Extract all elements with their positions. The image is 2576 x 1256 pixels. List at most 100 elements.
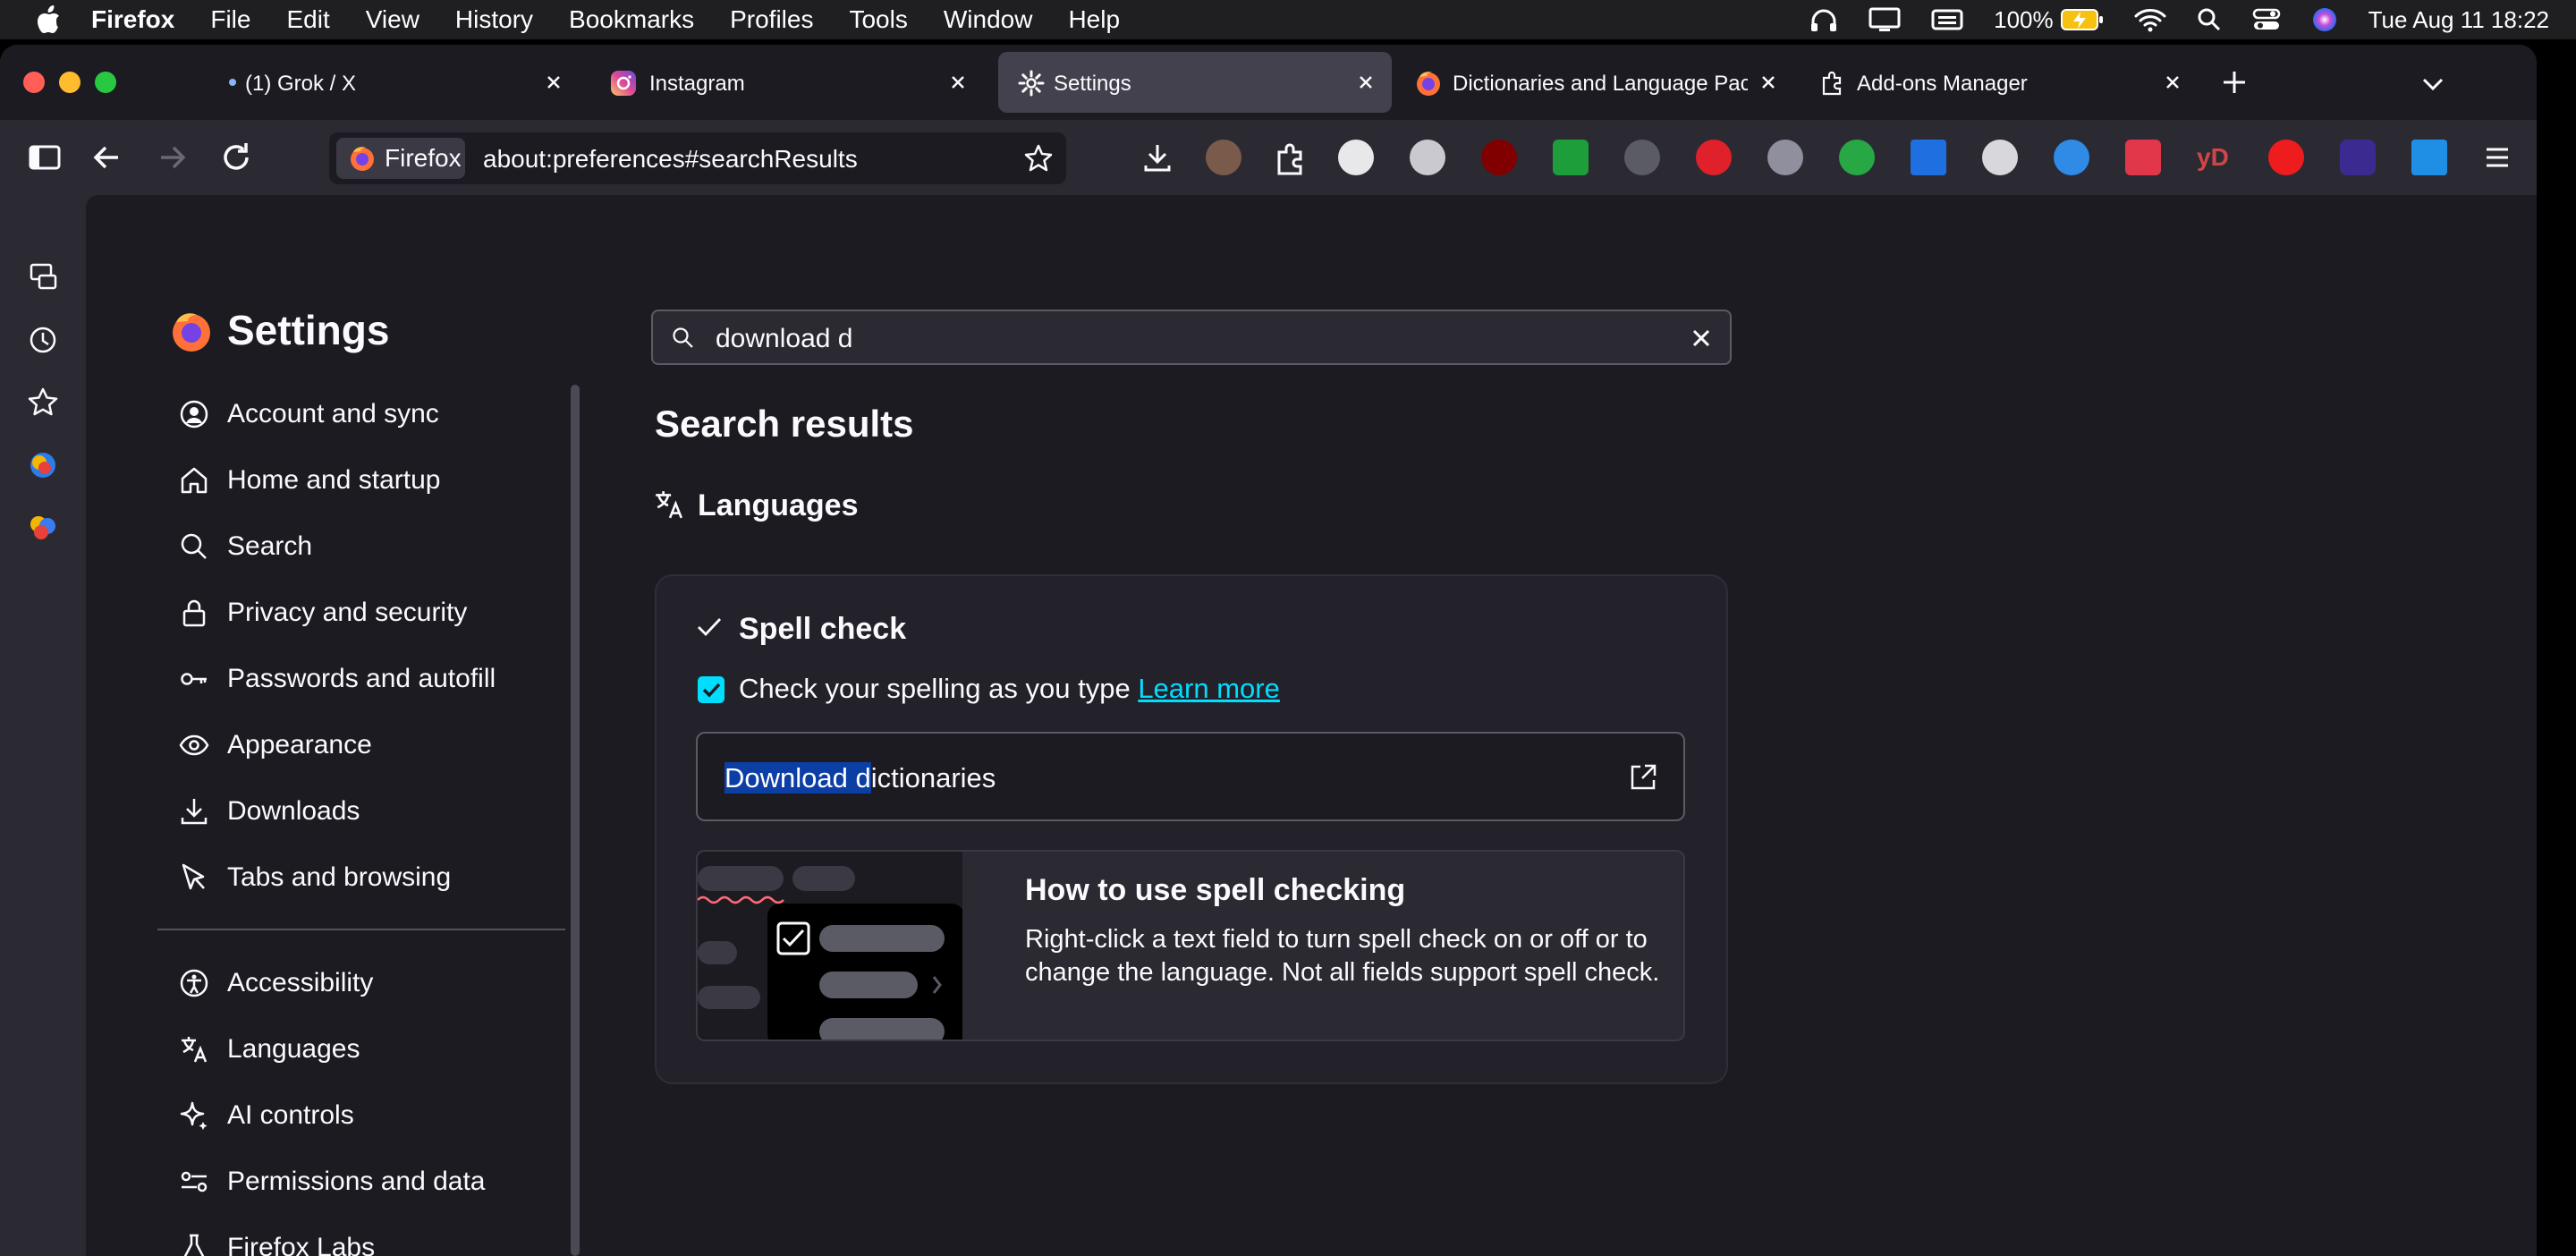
ext-globe-icon[interactable] [1767, 140, 1803, 175]
menu-window[interactable]: Window [944, 5, 1033, 34]
close-icon[interactable] [1755, 69, 1782, 96]
checkmark-icon [696, 614, 723, 641]
tab-instagram[interactable]: Instagram [590, 52, 984, 113]
settings-search-input[interactable]: download d [651, 310, 1732, 365]
search-match-highlight: Download d [724, 762, 871, 793]
nav-bar: Firefox about:preferences#searchResults … [0, 120, 2537, 195]
menu-tools[interactable]: Tools [849, 5, 907, 34]
firefox-icon [1415, 70, 1442, 97]
forward-arrow-icon[interactable] [150, 136, 193, 179]
permissions-icon [179, 1167, 209, 1197]
category-label: AI controls [227, 1100, 354, 1130]
menu-profiles[interactable]: Profiles [730, 5, 813, 34]
ext-blue-download-icon[interactable] [2054, 140, 2089, 175]
puzzle-icon [1819, 70, 1846, 97]
category-label: Tabs and browsing [227, 862, 452, 892]
extensions-puzzle-icon[interactable] [1268, 136, 1311, 179]
identity-box[interactable]: Firefox [336, 138, 465, 179]
ext-stop-hand-icon[interactable] [1696, 140, 1732, 175]
ext-youtube-icon[interactable] [2268, 140, 2304, 175]
tab-settings[interactable]: Settings [998, 52, 1392, 113]
control-center-icon[interactable] [2252, 7, 2281, 32]
ext-grammar-icon[interactable] [1338, 140, 1374, 175]
accessibility-icon [179, 968, 209, 998]
ext-yd-icon[interactable]: yD [2197, 140, 2233, 175]
tab-label: Add-ons Manager [1857, 72, 2028, 96]
bookmarks-star-icon[interactable] [27, 386, 59, 419]
checkbox-label-text: Check your spelling as you type [739, 673, 1131, 704]
keyboard-icon[interactable] [1931, 7, 1963, 32]
ext-shield-icon[interactable] [1839, 140, 1875, 175]
category-label: Privacy and security [227, 598, 468, 627]
url-text[interactable]: about:preferences#searchResults [483, 145, 858, 174]
new-tab-button[interactable] [2220, 68, 2249, 97]
hamburger-menu-icon[interactable] [2476, 136, 2519, 179]
menu-view[interactable]: View [366, 5, 419, 34]
ext-red-download-icon[interactable] [2125, 140, 2161, 175]
home-icon [179, 465, 209, 496]
window-zoom-button[interactable] [95, 72, 116, 93]
close-icon[interactable] [2159, 69, 2186, 96]
search-icon [179, 531, 209, 562]
ext-glasses-icon[interactable] [1624, 140, 1660, 175]
window-close-button[interactable] [23, 72, 45, 93]
synced-tabs-icon[interactable] [27, 261, 59, 293]
learn-more-link[interactable]: Learn more [1138, 673, 1280, 704]
url-bar[interactable]: Firefox about:preferences#searchResults [329, 132, 1066, 184]
headphones-icon[interactable] [1809, 7, 1838, 32]
ext-person-icon[interactable] [2411, 140, 2447, 175]
close-icon[interactable] [1352, 69, 1379, 96]
profile-avatar-icon[interactable] [1206, 140, 1241, 175]
apple-icon[interactable] [36, 5, 61, 34]
ext-cloud-icon[interactable] [1982, 140, 2018, 175]
history-clock-icon[interactable] [27, 324, 59, 356]
close-icon[interactable] [945, 69, 971, 96]
reload-icon[interactable] [215, 136, 258, 179]
bookmark-star-icon[interactable] [1023, 143, 1054, 174]
menu-history[interactable]: History [455, 5, 533, 34]
search-input-value[interactable]: download d [716, 324, 852, 354]
wifi-icon[interactable] [2134, 7, 2166, 32]
menu-file[interactable]: File [210, 5, 250, 34]
ext-download-blue-icon[interactable] [1911, 140, 1946, 175]
category-label: Accessibility [227, 968, 374, 997]
siri-icon[interactable] [2311, 6, 2338, 33]
back-arrow-icon[interactable] [86, 136, 129, 179]
ext-chatgpt-icon[interactable] [1410, 140, 1445, 175]
translate-icon [179, 1034, 209, 1065]
menubar-clock[interactable]: Tue Aug 11 18:22 [2368, 6, 2549, 34]
tab-label: Dictionaries and Language Packs [1453, 72, 1748, 96]
ext-green-icon[interactable] [1553, 140, 1589, 175]
window-minimize-button[interactable] [59, 72, 80, 93]
menu-help[interactable]: Help [1068, 5, 1120, 34]
list-all-tabs-chevron-icon[interactable] [2419, 70, 2447, 98]
multi-color-icon[interactable] [27, 512, 59, 544]
ai-chatbot-icon[interactable] [27, 449, 59, 481]
spell-check-illustration [698, 852, 962, 1040]
eye-icon [179, 730, 209, 760]
translate-icon [653, 488, 685, 521]
tab-grok[interactable]: (1) Grok / X [211, 52, 580, 113]
battery-icon[interactable] [2060, 9, 2104, 30]
downloads-icon[interactable] [1136, 136, 1179, 179]
spell-check-howto-card: How to use spell checking Right-click a … [696, 850, 1685, 1041]
menu-edit[interactable]: Edit [286, 5, 329, 34]
menu-bookmarks[interactable]: Bookmarks [569, 5, 694, 34]
close-icon[interactable] [540, 69, 567, 96]
ext-purple-icon[interactable] [2340, 140, 2376, 175]
tab-bar: (1) Grok / X Instagram Settings Dictiona… [0, 45, 2537, 120]
download-dictionaries-button[interactable]: Download dictionaries [696, 732, 1685, 821]
ext-ublock-icon[interactable] [1481, 140, 1517, 175]
menu-app-name[interactable]: Firefox [91, 5, 174, 34]
tab-addons[interactable]: Add-ons Manager [1805, 52, 2199, 113]
spotlight-icon[interactable] [2197, 7, 2222, 32]
firefox-logo-icon [170, 310, 213, 352]
tab-dictionaries[interactable]: Dictionaries and Language Packs [1401, 52, 1794, 113]
clear-search-close-icon[interactable] [1689, 326, 1714, 351]
sidebar-toggle-icon[interactable] [23, 136, 66, 179]
category-scrollbar[interactable] [571, 385, 580, 1256]
display-icon[interactable] [1868, 7, 1901, 32]
category-divider [157, 929, 565, 930]
spellcheck-checkbox[interactable] [698, 676, 724, 703]
sidebar-strip [0, 195, 86, 1256]
